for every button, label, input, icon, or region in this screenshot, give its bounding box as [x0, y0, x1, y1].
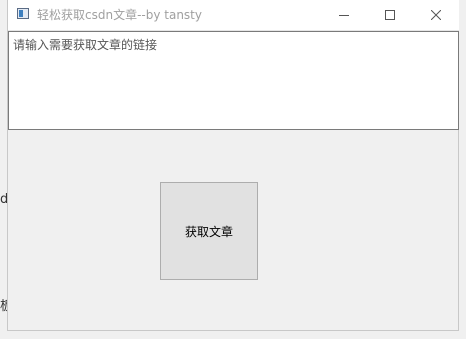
background-text-fragment: d	[0, 192, 7, 207]
minimize-button[interactable]	[321, 0, 367, 30]
close-icon	[431, 10, 441, 20]
window-title: 轻松获取csdn文章--by tansty	[37, 8, 202, 22]
minimize-icon	[339, 15, 349, 16]
fetch-article-button[interactable]: 获取文章	[160, 182, 258, 280]
app-window: 轻松获取csdn文章--by tansty 获取文章	[7, 0, 459, 331]
app-window-icon	[17, 8, 29, 19]
maximize-icon	[385, 10, 395, 20]
maximize-button[interactable]	[367, 0, 413, 30]
close-button[interactable]	[413, 0, 459, 30]
background-text-fragment: 板	[0, 299, 7, 314]
title-bar[interactable]: 轻松获取csdn文章--by tansty	[8, 0, 459, 31]
url-input[interactable]	[8, 31, 459, 130]
